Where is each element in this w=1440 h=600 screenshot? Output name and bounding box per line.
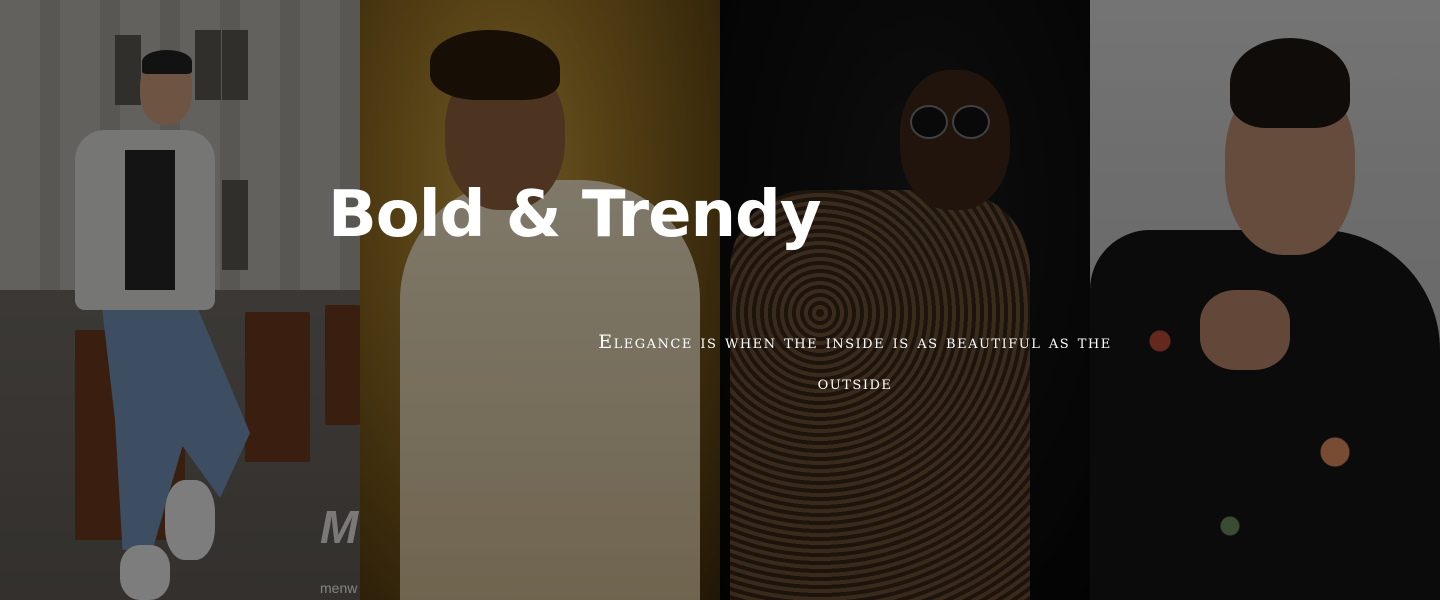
dark-overlay [0, 0, 1440, 600]
hero-banner: M menw Bold & Trendy Elegance is when th… [0, 0, 1440, 600]
watermark-text: menw [320, 580, 358, 596]
hero-title: Bold & Trendy [328, 178, 822, 252]
hero-tagline: Elegance is when the inside is as beauti… [598, 331, 1112, 394]
watermark-logo: M [320, 501, 359, 553]
